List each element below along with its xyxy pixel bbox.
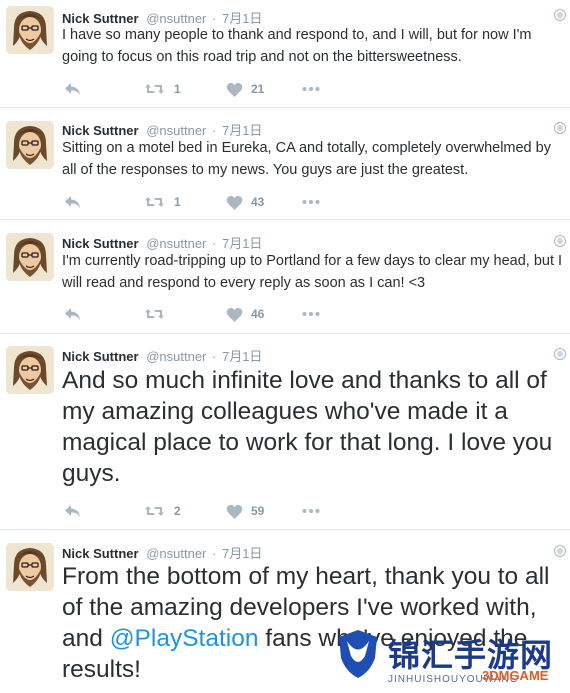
- tweet[interactable]: Nick Suttner @nsuttner · 7月1日 Sitting on…: [0, 108, 570, 220]
- like-button[interactable]: 21: [226, 80, 264, 98]
- watermark: 锦汇手游网 JINHUISHOUYOUWANG 3DMGAME: [332, 626, 570, 693]
- like-count: 21: [251, 82, 265, 96]
- author-name[interactable]: Nick Suttner: [62, 123, 139, 138]
- like-count: 59: [251, 504, 265, 518]
- tweet-header: Nick Suttner @nsuttner · 7月1日: [62, 346, 262, 365]
- retweet-icon: [145, 197, 164, 207]
- timestamp[interactable]: 7月1日: [222, 349, 262, 364]
- tweet[interactable]: Nick Suttner @nsuttner · 7月1日 And so muc…: [0, 334, 570, 530]
- retweet-icon: [145, 309, 164, 319]
- more-button[interactable]: [302, 80, 320, 98]
- reply-button[interactable]: [64, 502, 82, 520]
- more-button[interactable]: [302, 193, 320, 211]
- avatar[interactable]: [6, 233, 54, 281]
- retweet-button[interactable]: 2: [144, 502, 181, 520]
- tweet-header: Nick Suttner @nsuttner · 7月1日: [62, 543, 262, 562]
- watermark-brand: 3DMGAME: [482, 668, 549, 683]
- retweet-count: 2: [174, 504, 181, 518]
- globe-icon: [554, 9, 566, 21]
- more-icon: [302, 509, 320, 513]
- reply-icon: [65, 505, 80, 517]
- timestamp[interactable]: 7月1日: [222, 546, 262, 561]
- reply-button[interactable]: [64, 193, 82, 211]
- tweet-text: I have so many people to thank and respo…: [62, 27, 532, 65]
- avatar[interactable]: [6, 346, 54, 394]
- retweet-button[interactable]: [144, 305, 174, 323]
- retweet-count: 1: [174, 195, 181, 209]
- timestamp[interactable]: 7月1日: [222, 236, 262, 251]
- avatar[interactable]: [6, 543, 54, 591]
- author-handle[interactable]: @nsuttner: [146, 349, 206, 364]
- tweet-text: Sitting on a motel bed in Eureka, CA and…: [62, 140, 551, 178]
- heart-icon: [226, 504, 243, 519]
- more-button[interactable]: [302, 305, 320, 323]
- avatar[interactable]: [6, 121, 54, 169]
- retweet-button[interactable]: 1: [144, 193, 181, 211]
- tweet-actions: 46: [62, 305, 362, 323]
- tweet-actions: 1 43: [62, 193, 362, 211]
- like-count: 46: [251, 307, 265, 321]
- more-icon: [302, 87, 320, 91]
- author-name[interactable]: Nick Suttner: [62, 236, 139, 251]
- like-button[interactable]: 59: [226, 502, 264, 520]
- like-button[interactable]: 46: [226, 305, 264, 323]
- tweet[interactable]: Nick Suttner @nsuttner · 7月1日 I'm curren…: [0, 220, 570, 334]
- globe-icon: [554, 545, 566, 557]
- retweet-count: 1: [174, 82, 181, 96]
- tweet-actions: 2 59: [62, 502, 362, 520]
- shield-logo-icon: [339, 630, 377, 678]
- reply-icon: [65, 196, 80, 208]
- mention-link[interactable]: @PlayStation: [110, 625, 259, 652]
- like-count: 43: [251, 195, 265, 209]
- tweet-text: I'm currently road-tripping up to Portla…: [62, 253, 563, 291]
- reply-icon: [65, 308, 80, 320]
- heart-icon: [226, 307, 243, 322]
- author-name[interactable]: Nick Suttner: [62, 546, 139, 561]
- retweet-icon: [145, 84, 164, 94]
- separator-dot: ·: [212, 236, 217, 251]
- more-icon: [302, 312, 320, 316]
- tweet-actions: 1 21: [62, 80, 362, 98]
- more-icon: [302, 200, 320, 204]
- globe-icon: [554, 122, 566, 134]
- reply-button[interactable]: [64, 305, 82, 323]
- author-handle[interactable]: @nsuttner: [146, 123, 206, 138]
- retweet-button[interactable]: 1: [144, 80, 181, 98]
- reply-button[interactable]: [64, 80, 82, 98]
- heart-icon: [226, 82, 243, 97]
- avatar[interactable]: [6, 6, 54, 54]
- more-button[interactable]: [302, 502, 320, 520]
- globe-icon: [554, 235, 566, 247]
- timestamp[interactable]: 7月1日: [222, 123, 262, 138]
- tweet-text: And so much infinite love and thanks to …: [62, 367, 553, 487]
- tweet[interactable]: Nick Suttner @nsuttner · 7月1日 I have so …: [0, 0, 570, 108]
- author-handle[interactable]: @nsuttner: [146, 236, 206, 251]
- retweet-icon: [145, 506, 164, 516]
- author-name[interactable]: Nick Suttner: [62, 349, 139, 364]
- separator-dot: ·: [212, 123, 217, 138]
- separator-dot: ·: [212, 349, 217, 364]
- globe-icon: [554, 348, 566, 360]
- like-button[interactable]: 43: [226, 193, 264, 211]
- reply-icon: [65, 83, 80, 95]
- author-handle[interactable]: @nsuttner: [146, 546, 206, 561]
- heart-icon: [226, 195, 243, 210]
- separator-dot: ·: [212, 546, 217, 561]
